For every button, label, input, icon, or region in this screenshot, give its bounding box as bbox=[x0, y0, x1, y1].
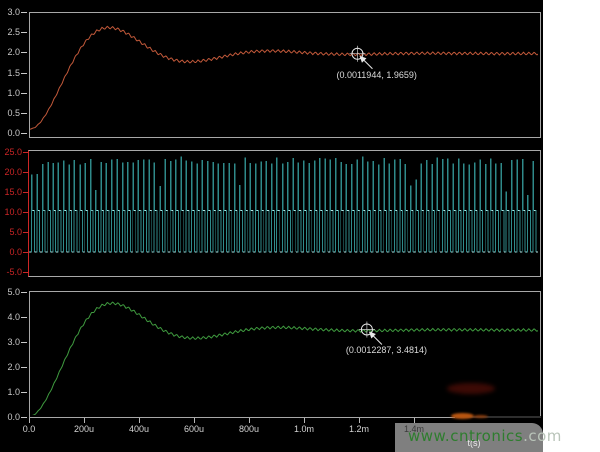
waveform-svg-middle bbox=[29, 151, 538, 274]
x-tick-mark bbox=[194, 418, 195, 423]
waveform-viewer: (0.0011944, 1.9659) (0.0012287, 3.4814) … bbox=[0, 0, 600, 452]
plot-panel-bottom: (0.0012287, 3.4814) bbox=[29, 291, 541, 418]
cursor-readout-top[interactable]: (0.0011944, 1.9659) bbox=[336, 70, 416, 80]
watermark-main: www.cntronics bbox=[408, 427, 523, 445]
y-tick-mark bbox=[23, 192, 29, 193]
y-tick-mark bbox=[21, 417, 27, 418]
x-tick-mark bbox=[29, 418, 30, 423]
y-tick-label: 2.5 bbox=[0, 28, 20, 37]
y-tick-mark bbox=[21, 12, 27, 13]
orange-artifact-icon bbox=[451, 413, 474, 419]
waveform-svg-top bbox=[30, 13, 538, 135]
y-tick-label: 4.0 bbox=[0, 313, 20, 322]
y-tick-mark bbox=[23, 212, 29, 213]
x-tick-mark bbox=[304, 418, 305, 423]
y-tick-mark bbox=[21, 133, 27, 134]
waveform-trace bbox=[29, 157, 538, 252]
y-tick-mark bbox=[21, 392, 27, 393]
waveform-svg-bottom bbox=[30, 292, 538, 415]
y-tick-label: 25.0 bbox=[0, 148, 22, 157]
y-tick-label: -5.0 bbox=[0, 268, 22, 277]
watermark-suffix: .com bbox=[523, 427, 562, 445]
y-tick-label: 1.5 bbox=[0, 69, 20, 78]
x-tick-mark bbox=[359, 418, 360, 423]
x-tick-label: 200u bbox=[67, 425, 101, 434]
plot-panel-top: (0.0011944, 1.9659) bbox=[29, 12, 541, 138]
y-tick-mark bbox=[23, 152, 29, 153]
waveform-trace bbox=[30, 26, 538, 129]
orange-artifact-icon bbox=[473, 415, 488, 418]
y-tick-label: 3.0 bbox=[0, 8, 20, 17]
y-tick-mark bbox=[23, 272, 29, 273]
x-tick-mark bbox=[84, 418, 85, 423]
red-watermark-ghost bbox=[447, 383, 495, 394]
x-tick-label: 1.0m bbox=[287, 425, 321, 434]
cursor-readout-bottom[interactable]: (0.0012287, 3.4814) bbox=[346, 345, 427, 355]
y-tick-mark bbox=[23, 252, 29, 253]
x-tick-label: 800u bbox=[232, 425, 266, 434]
x-tick-label: 400u bbox=[122, 425, 156, 434]
y-tick-label: 2.0 bbox=[0, 48, 20, 57]
waveform-trace bbox=[30, 302, 538, 415]
y-tick-label: 0.0 bbox=[0, 248, 22, 257]
y-tick-mark bbox=[21, 292, 27, 293]
y-tick-mark bbox=[21, 73, 27, 74]
waveform-trace bbox=[29, 210, 538, 252]
y-tick-label: 2.0 bbox=[0, 363, 20, 372]
y-tick-label: 0.0 bbox=[0, 413, 20, 422]
y-tick-mark bbox=[21, 113, 27, 114]
y-tick-mark bbox=[21, 367, 27, 368]
y-tick-label: 0.0 bbox=[0, 129, 20, 138]
y-tick-label: 1.0 bbox=[0, 89, 20, 98]
x-tick-label: 1.2m bbox=[342, 425, 376, 434]
y-tick-label: 5.0 bbox=[0, 228, 22, 237]
y-tick-mark bbox=[23, 232, 29, 233]
y-tick-mark bbox=[23, 172, 29, 173]
y-tick-mark bbox=[21, 32, 27, 33]
x-tick-label: 600u bbox=[177, 425, 211, 434]
y-tick-label: 5.0 bbox=[0, 288, 20, 297]
y-tick-mark bbox=[21, 93, 27, 94]
x-tick-mark bbox=[139, 418, 140, 423]
y-tick-mark bbox=[21, 52, 27, 53]
y-tick-label: 0.5 bbox=[0, 109, 20, 118]
y-tick-label: 10.0 bbox=[0, 208, 22, 217]
y-tick-label: 15.0 bbox=[0, 188, 22, 197]
plot-panel-middle bbox=[28, 150, 541, 277]
y-tick-mark bbox=[21, 342, 27, 343]
x-tick-mark bbox=[249, 418, 250, 423]
x-tick-label: 0.0 bbox=[12, 425, 46, 434]
watermark-text[interactable]: www.cntronics.com bbox=[408, 427, 562, 445]
y-tick-label: 3.0 bbox=[0, 338, 20, 347]
y-tick-label: 20.0 bbox=[0, 168, 22, 177]
y-tick-label: 1.0 bbox=[0, 388, 20, 397]
y-tick-mark bbox=[21, 317, 27, 318]
